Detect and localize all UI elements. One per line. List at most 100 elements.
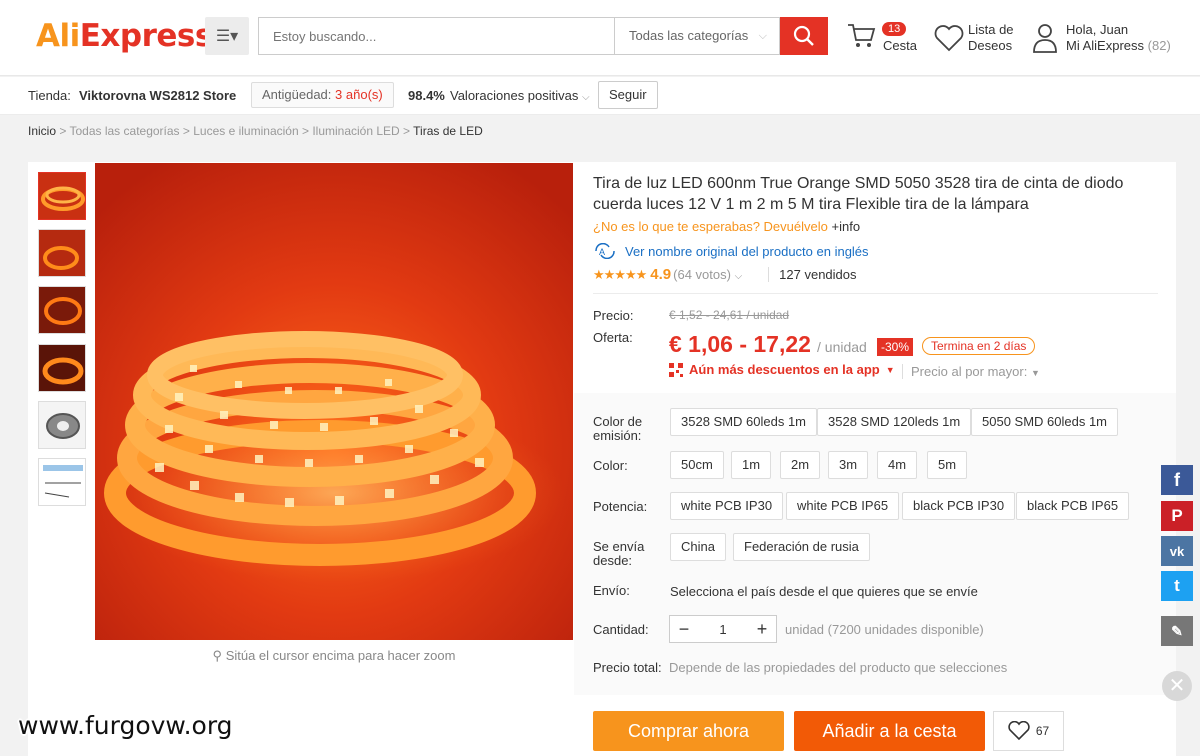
cart-label[interactable]: Cesta (883, 38, 917, 53)
emission-color-label: Color de emisión: (593, 414, 643, 443)
offer-unit: / unidad (817, 339, 867, 355)
thumbnail-1[interactable] (38, 172, 86, 220)
top-header: AliExpress ☰▾ Todas las categorías ⌵ 13 … (0, 0, 1200, 76)
shipping-note: Selecciona el país desde el que quieres … (670, 584, 978, 599)
original-price: € 1,52 - 24,61 / unidad (669, 308, 790, 322)
categories-menu-button[interactable]: ☰▾ (205, 17, 249, 55)
product-main-image[interactable] (95, 163, 573, 640)
buy-now-button[interactable]: Comprar ahora (593, 711, 784, 751)
offer-label: Oferta: (593, 330, 633, 345)
chevron-down-icon: ⌵ (582, 92, 590, 103)
ships-from-label: Se envía desde: (593, 539, 645, 568)
caret-down-icon: ▼ (1030, 368, 1040, 378)
thumbnail-4[interactable] (38, 344, 86, 392)
total-price-label: Precio total: (593, 660, 662, 675)
option-color[interactable]: 1m (731, 451, 772, 479)
svg-text:A: A (599, 247, 605, 257)
store-rating-dropdown[interactable]: Valoraciones positivas ⌵ (450, 88, 590, 103)
total-price-note: Depende de las propiedades del producto … (669, 660, 1008, 675)
rating-score: 4.9 (650, 266, 672, 283)
quantity-value[interactable]: 1 (719, 622, 726, 637)
watermark: www.furgovw.org (18, 711, 233, 740)
option-color[interactable]: 3m (828, 451, 869, 479)
option-color[interactable]: 50cm (670, 451, 724, 479)
zoom-hint: ⚲ Sitúa el cursor encima para hacer zoom (212, 648, 456, 663)
close-icon[interactable]: ✕ (1162, 671, 1192, 701)
option-emission-color[interactable]: 3528 SMD 120leds 1m (817, 408, 972, 436)
app-discount-dropdown[interactable]: Aún más descuentos en la app ▼ (669, 362, 895, 377)
offer-price: € 1,06 - 17,22 (669, 331, 811, 357)
stock-note: unidad (7200 unidades disponible) (785, 622, 984, 637)
option-power[interactable]: white PCB IP30 (670, 492, 784, 520)
wishlist-link[interactable]: Lista de Deseos (968, 22, 1014, 54)
search-button[interactable] (780, 17, 828, 55)
option-color[interactable]: 2m (780, 451, 821, 479)
edit-icon[interactable]: ✎ (1161, 616, 1193, 646)
sold-count: 127 vendidos (768, 267, 857, 282)
thumbnail-3[interactable] (38, 286, 86, 334)
thumbnail-2[interactable] (38, 229, 86, 277)
led-strip-photo (95, 163, 573, 640)
breadcrumb-item[interactable]: Iluminación LED (312, 124, 399, 138)
option-ships-from[interactable]: Federación de rusia (733, 533, 870, 561)
cart-icon (848, 24, 876, 47)
vk-share-icon[interactable]: vk (1161, 536, 1193, 566)
chevron-down-icon: ⌵ (758, 30, 767, 42)
account-link[interactable]: Hola, Juan Mi AliExpress (82) (1066, 22, 1171, 54)
heart-icon[interactable] (934, 24, 964, 52)
option-power[interactable]: white PCB IP65 (786, 492, 900, 520)
store-name[interactable]: Viktorovna WS2812 Store (79, 88, 236, 103)
follow-store-button[interactable]: Seguir (598, 81, 658, 109)
option-emission-color[interactable]: 3528 SMD 60leds 1m (670, 408, 818, 436)
user-icon[interactable] (1032, 22, 1058, 54)
options-panel (574, 393, 1176, 695)
wholesale-price-dropdown[interactable]: Precio al por mayor: ▼ (902, 364, 1040, 379)
option-power[interactable]: black PCB IP65 (1016, 492, 1130, 520)
caret-down-icon: ▼ (885, 364, 895, 375)
plus-icon[interactable]: + (754, 616, 770, 642)
chevron-down-icon: ⌵ (734, 271, 743, 282)
divider (593, 293, 1158, 294)
qr-code-icon (669, 362, 683, 377)
store-rating-percent: 98.4% (408, 88, 445, 103)
breadcrumb-current: Tiras de LED (413, 124, 483, 138)
option-ships-from[interactable]: China (670, 533, 726, 561)
color-label: Color: (593, 458, 628, 473)
thumbnail-5[interactable] (38, 401, 86, 449)
thumbnail-6[interactable] (38, 458, 86, 506)
power-label: Potencia: (593, 499, 648, 514)
search-input[interactable] (258, 17, 614, 55)
shipping-label: Envío: (593, 583, 630, 598)
breadcrumb-item[interactable]: Inicio (28, 124, 56, 138)
quantity-label: Cantidad: (593, 622, 649, 637)
pinterest-share-icon[interactable]: P (1161, 501, 1193, 531)
option-emission-color[interactable]: 5050 SMD 60leds 1m (971, 408, 1119, 436)
hamburger-icon: ☰▾ (215, 28, 239, 45)
aliexpress-logo[interactable]: AliExpress (36, 18, 213, 54)
translate-icon: A (595, 243, 615, 259)
add-to-cart-button[interactable]: Añadir a la cesta (794, 711, 985, 751)
rating-votes-dropdown[interactable]: (64 votos) ⌵ (673, 267, 742, 282)
twitter-share-icon[interactable]: t (1161, 571, 1193, 601)
minus-icon[interactable]: − (676, 616, 692, 642)
store-seniority: Antigüedad: 3 año(s) (251, 82, 394, 108)
breadcrumb-item[interactable]: Luces e iluminación (193, 124, 298, 138)
breadcrumb: Inicio > Todas las categorías > Luces e … (28, 124, 483, 138)
option-color[interactable]: 4m (877, 451, 918, 479)
return-policy-link[interactable]: ¿No es lo que te esperabas? Devuélvelo +… (593, 219, 860, 234)
breadcrumb-item[interactable]: Todas las categorías (69, 124, 179, 138)
translate-link[interactable]: A Ver nombre original del producto en in… (593, 243, 869, 259)
countdown-badge: Termina en 2 días (922, 337, 1036, 355)
discount-badge: -30% (877, 338, 914, 356)
rating-summary: ★★★★★ 4.9 (64 votos) ⌵ 127 vendidos (593, 266, 857, 283)
store-bar: Tienda: Viktorovna WS2812 Store Antigüed… (0, 77, 1200, 115)
quantity-stepper[interactable]: − 1 + (669, 615, 777, 643)
option-color[interactable]: 5m (927, 451, 968, 479)
cart-count-badge: 13 (882, 22, 907, 36)
store-label: Tienda: (28, 88, 71, 103)
option-power[interactable]: black PCB IP30 (902, 492, 1016, 520)
price-label: Precio: (593, 308, 634, 323)
facebook-share-icon[interactable]: f (1161, 465, 1193, 495)
add-to-wishlist-button[interactable]: 67 (993, 711, 1064, 751)
category-select[interactable]: Todas las categorías ⌵ (614, 17, 780, 55)
